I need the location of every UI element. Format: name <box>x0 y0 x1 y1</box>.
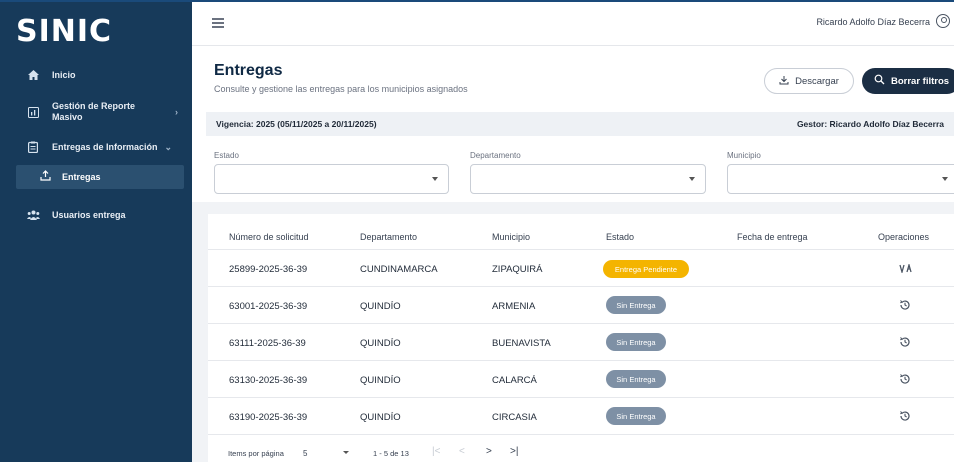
municipio-filter-label: Municipio <box>727 151 761 160</box>
chevron-down-icon <box>689 177 695 181</box>
departamento-cell: QUINDÍO <box>360 375 401 386</box>
history-icon[interactable] <box>898 409 912 423</box>
municipio-cell: CIRCASIA <box>492 412 537 423</box>
chevron-down-icon <box>432 177 438 181</box>
gestor-text: Gestor: Ricardo Adolfo Díaz Becerra <box>796 119 944 129</box>
clear-filters-label: Borrar filtros <box>891 75 950 87</box>
items-per-page-label: Items por página <box>228 449 284 458</box>
prev-page-button[interactable]: < <box>459 446 465 457</box>
sidebar-item-inicio[interactable]: Inicio <box>0 68 192 82</box>
table-row[interactable]: 25899-2025-36-39 CUNDINAMARCA ZIPAQUIRÁ … <box>208 250 954 287</box>
municipio-cell: ARMENIA <box>492 301 536 312</box>
user-icon[interactable] <box>936 14 950 28</box>
sidebar-item-label: Usuarios entrega <box>52 210 126 220</box>
column-header-estado: Estado <box>606 232 635 242</box>
download-button[interactable]: Descargar <box>764 68 854 94</box>
history-icon[interactable] <box>898 335 912 349</box>
column-header-fecha: Fecha de entrega <box>737 232 808 242</box>
solicitud-cell: 63001-2025-36-39 <box>229 301 308 312</box>
sidebar-item-label: Gestión de Reporte <box>52 101 136 111</box>
sidebar-item-label-line2: Masivo <box>52 112 83 122</box>
departamento-filter-select[interactable] <box>470 164 706 194</box>
clear-filters-button[interactable]: Borrar filtros <box>862 68 954 94</box>
table-row[interactable]: 63130-2025-36-39 QUINDÍO CALARCÁ Sin Ent… <box>208 361 954 398</box>
estado-filter-label: Estado <box>214 151 239 160</box>
sidebar-item-label: Inicio <box>52 70 76 80</box>
departamento-cell: CUNDINAMARCA <box>360 264 438 275</box>
sidebar-item-label: Entregas <box>62 172 101 182</box>
users-icon <box>26 210 40 220</box>
solicitud-cell: 63130-2025-36-39 <box>229 375 308 386</box>
column-header-municipio: Municipio <box>492 232 531 242</box>
clipboard-icon <box>26 141 40 153</box>
sidebar-item-label: Entregas de Información <box>52 142 158 152</box>
history-icon[interactable] <box>898 298 912 312</box>
column-header-solicitud: Número de solicitud <box>229 232 309 242</box>
table-row[interactable]: 63001-2025-36-39 QUINDÍO ARMENIA Sin Ent… <box>208 287 954 324</box>
deliver-icon[interactable] <box>898 261 912 275</box>
search-clear-icon <box>874 74 885 88</box>
departamento-filter-label: Departamento <box>470 151 521 160</box>
sidebar-item-entregas-informacion[interactable]: Entregas de Información ⌄ <box>0 140 192 154</box>
status-badge: Sin Entrega <box>606 370 666 388</box>
page-size-value: 5 <box>303 449 308 458</box>
chevron-down-icon: ⌄ <box>164 141 172 152</box>
page-range: 1 - 5 de 13 <box>373 449 409 458</box>
departamento-cell: QUINDÍO <box>360 412 401 423</box>
page-title: Entregas <box>214 62 283 79</box>
estado-filter-select[interactable] <box>214 164 449 194</box>
download-icon <box>779 75 789 88</box>
app-logo: SINIC <box>16 14 113 49</box>
page-subtitle: Consulte y gestione las entregas para lo… <box>214 84 468 94</box>
sidebar-item-label-group: Gestión de Reporte Masivo <box>52 101 135 123</box>
solicitud-cell: 25899-2025-36-39 <box>229 264 308 275</box>
history-icon[interactable] <box>898 372 912 386</box>
menu-icon[interactable] <box>212 18 224 28</box>
status-badge: Sin Entrega <box>606 333 666 351</box>
chevron-right-icon: › <box>175 107 178 117</box>
user-name: Ricardo Adolfo Díaz Becerra <box>816 17 930 27</box>
upload-icon <box>40 170 51 184</box>
chevron-down-icon <box>343 451 349 454</box>
departamento-cell: QUINDÍO <box>360 338 401 349</box>
sidebar: SINIC Inicio Gestión de Reporte Masivo ›… <box>0 2 192 462</box>
top-bar: Ricardo Adolfo Díaz Becerra <box>192 2 954 46</box>
municipio-cell: CALARCÁ <box>492 375 537 386</box>
status-badge: Entrega Pendiente <box>603 260 689 278</box>
column-header-departamento: Departamento <box>360 232 418 242</box>
first-page-button[interactable]: |< <box>432 446 440 457</box>
municipio-cell: ZIPAQUIRÁ <box>492 264 543 275</box>
page-size-select[interactable]: 5 <box>297 443 353 462</box>
column-header-operaciones: Operaciones <box>878 232 930 242</box>
solicitud-cell: 63190-2025-36-39 <box>229 412 308 423</box>
table-row[interactable]: 63111-2025-36-39 QUINDÍO BUENAVISTA Sin … <box>208 324 954 361</box>
download-label: Descargar <box>795 75 839 87</box>
chevron-down-icon <box>942 177 948 181</box>
vigencia-text: Vigencia: 2025 (05/11/2025 a 20/11/2025) <box>216 119 377 129</box>
app-root: SINIC Inicio Gestión de Reporte Masivo ›… <box>0 0 954 462</box>
status-badge: Sin Entrega <box>606 296 666 314</box>
table-row[interactable]: 63190-2025-36-39 QUINDÍO CIRCASIA Sin En… <box>208 398 954 435</box>
departamento-cell: QUINDÍO <box>360 301 401 312</box>
sidebar-item-usuarios-entrega[interactable]: Usuarios entrega <box>0 208 192 222</box>
municipio-filter-select[interactable] <box>727 164 954 194</box>
report-icon <box>26 106 40 118</box>
municipio-cell: BUENAVISTA <box>492 338 551 349</box>
info-bar: Vigencia: 2025 (05/11/2025 a 20/11/2025)… <box>206 112 954 136</box>
status-badge: Sin Entrega <box>606 407 666 425</box>
sidebar-item-entregas[interactable]: Entregas <box>16 165 184 189</box>
last-page-button[interactable]: >| <box>510 446 518 457</box>
sidebar-item-gestion-reporte[interactable]: Gestión de Reporte Masivo › <box>0 100 192 124</box>
next-page-button[interactable]: > <box>486 446 492 457</box>
solicitud-cell: 63111-2025-36-39 <box>229 338 306 349</box>
home-icon <box>26 70 40 80</box>
